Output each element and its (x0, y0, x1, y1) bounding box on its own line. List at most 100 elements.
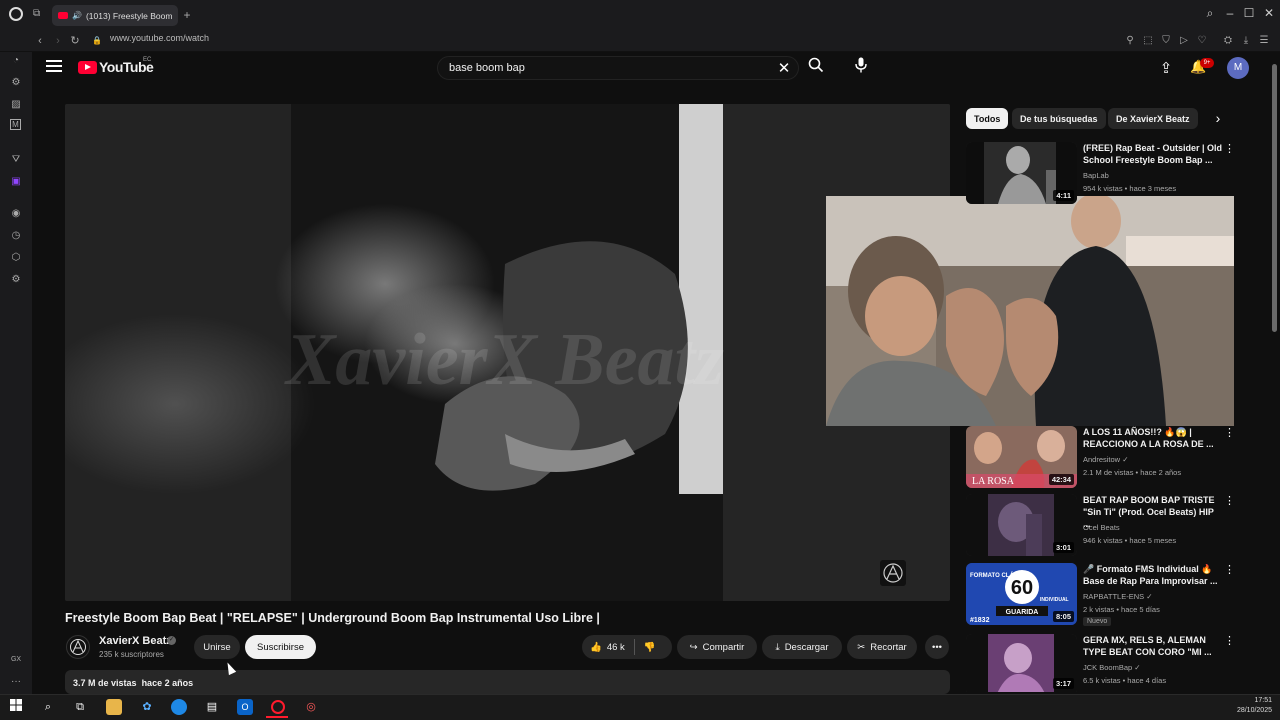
clear-search-icon[interactable]: ✕ (776, 59, 792, 77)
channel-name[interactable]: Andresitow ✓ (1083, 455, 1129, 464)
chip-from-searches[interactable]: De tus búsquedas (1012, 108, 1106, 129)
like-count[interactable]: 46 k (607, 642, 625, 653)
video-title[interactable]: 🎤 Formato FMS Individual 🔥 Base de Rap P… (1083, 563, 1223, 587)
dislike-icon[interactable]: 👎 (644, 642, 656, 653)
speaker-icon[interactable]: 🔊 (72, 11, 82, 20)
history-icon[interactable]: ◷ (8, 228, 24, 244)
description-box[interactable]: 3.7 M de vistas hace 2 años (65, 670, 950, 694)
video-meta: 946 k vistas • hace 5 meses (1083, 536, 1177, 545)
list-item[interactable]: 60 FORMATO CLÁSICO INDIVIDUAL GUARIDA #1832 … (966, 563, 1256, 626)
video-title[interactable]: GERA MX, RELS B, ALEMAN TYPE BEAT CON CO… (1083, 634, 1223, 658)
close-window-icon[interactable]: ✕ (1260, 6, 1278, 20)
channel-name[interactable]: BapLab (1083, 171, 1109, 180)
user-avatar[interactable]: M (1227, 57, 1249, 79)
chips-next-arrow-icon[interactable]: › (1210, 110, 1226, 128)
forward-icon[interactable]: › (50, 30, 66, 47)
channel-name[interactable]: XavierX Beatz (99, 635, 172, 647)
shield-icon[interactable]: ⛉ (1159, 30, 1173, 46)
join-button[interactable]: Unirse (194, 635, 240, 659)
reload-icon[interactable]: ↻ (67, 30, 83, 47)
new-tab-button[interactable]: + (180, 8, 194, 22)
maximize-icon[interactable]: ☐ (1240, 6, 1258, 20)
search-input[interactable]: base boom bap (437, 56, 799, 80)
pin-icon[interactable]: ⚲ (1123, 30, 1137, 46)
task-view-icon[interactable]: ⧉ (72, 699, 88, 715)
thumbnail[interactable]: LA ROSA 42:34 (966, 426, 1077, 488)
list-item[interactable]: LA ROSA 42:34 A LOS 11 AÑOS!!? 🔥😱 | REAC… (966, 426, 1256, 488)
clip-button[interactable]: ✂ Recortar (847, 635, 917, 659)
edge-icon[interactable] (171, 699, 187, 715)
ms-store-icon[interactable]: ▤ (204, 699, 220, 715)
more-vert-icon[interactable]: ⋮ (1224, 563, 1235, 576)
opera-gx-logo-icon[interactable] (9, 7, 23, 21)
download-icon[interactable]: ⤓ (1239, 30, 1253, 46)
settings-icon[interactable]: ⚙ (8, 272, 24, 288)
channel-watermark-icon[interactable] (880, 560, 906, 586)
channel-avatar[interactable] (66, 635, 90, 659)
opera-gx-taskbar-icon[interactable] (271, 700, 285, 714)
join-label: Unirse (203, 641, 231, 653)
more-vert-icon[interactable]: ⋮ (1224, 494, 1235, 507)
twitch-icon[interactable]: ▣ (8, 174, 24, 190)
list-item[interactable]: 3:01 BEAT RAP BOOM BAP TRISTE "Sin Ti" (… (966, 494, 1256, 556)
more-vert-icon[interactable]: ⋮ (1224, 634, 1235, 647)
twitch-alt-icon[interactable]: ⛛ (8, 152, 24, 168)
gx-control-icon[interactable]: ⚙ (8, 75, 24, 91)
account-icon[interactable]: ⛭ (1221, 30, 1235, 46)
thumbnail[interactable]: 4:11 (966, 142, 1077, 204)
thumbnail[interactable]: 3:17 (966, 634, 1077, 692)
channel-name[interactable]: RAPBATTLE-ENS ✓ (1083, 592, 1153, 601)
like-icon[interactable]: 👍 (590, 642, 602, 653)
minimize-icon[interactable]: – (1221, 6, 1239, 20)
page-scrollbar[interactable] (1270, 52, 1280, 694)
video-player[interactable]: XavierX Beatz (65, 104, 950, 601)
hamburger-menu-icon[interactable] (46, 60, 62, 74)
video-title[interactable]: (FREE) Rap Beat - Outsider | Old School … (1083, 142, 1223, 166)
speed-dial-icon[interactable]: ◔ (8, 53, 24, 69)
youtube-logo-icon[interactable] (78, 61, 97, 74)
microphone-icon[interactable] (850, 56, 872, 80)
outlook-icon[interactable]: O (237, 699, 253, 715)
taskbar-search-icon[interactable]: ⌕ (40, 699, 56, 715)
browser-tab-active[interactable]: 🔊 (1013) Freestyle Boom (52, 5, 178, 26)
share-button[interactable]: ↪ Compartir (677, 635, 757, 659)
more-vert-icon[interactable]: ⋮ (1224, 142, 1235, 155)
opera-gx-alt-icon[interactable]: ◎ (303, 699, 319, 715)
channel-name[interactable]: Ocel Beats (1083, 523, 1120, 532)
extensions-icon[interactable]: ⬡ (8, 250, 24, 266)
snapshot-icon[interactable]: ⬚ (1141, 30, 1155, 46)
sidebar-more-icon[interactable]: ··· (8, 674, 24, 690)
heart-icon[interactable]: ♡ (1195, 30, 1209, 46)
back-icon[interactable]: ‹ (32, 30, 48, 47)
share-icon: ↪ (689, 641, 698, 653)
file-explorer-icon[interactable] (106, 699, 122, 715)
thumbnail[interactable]: 3:01 (966, 494, 1077, 556)
tab-islands-icon[interactable]: ⧉ (33, 8, 45, 20)
search-tabs-icon[interactable]: ⌕ (1201, 6, 1219, 21)
download-button[interactable]: ⤓ Descargar (762, 635, 842, 659)
thumbnail[interactable]: 60 FORMATO CLÁSICO INDIVIDUAL GUARIDA #1832 … (966, 563, 1077, 625)
spotify-icon[interactable]: ◉ (8, 206, 24, 222)
search-icon[interactable] (804, 57, 828, 79)
channel-name[interactable]: JCK BoomBap ✓ (1083, 663, 1141, 672)
video-title: Freestyle Boom Bap Beat | "RELAPSE" | Un… (65, 611, 600, 625)
windows-start-icon[interactable] (8, 699, 24, 715)
messenger-icon[interactable]: M (10, 119, 21, 130)
more-vert-icon[interactable]: ⋮ (1224, 426, 1235, 439)
video-title[interactable]: A LOS 11 AÑOS!!? 🔥😱 | REACCIONO A LA ROS… (1083, 426, 1223, 450)
list-item[interactable]: 3:17 GERA MX, RELS B, ALEMAN TYPE BEAT C… (966, 634, 1256, 692)
copilot-icon[interactable]: ✿ (139, 699, 155, 715)
menu-icon[interactable]: ☰ (1257, 30, 1271, 46)
chip-from-channel[interactable]: De XavierX Beatz (1108, 108, 1198, 129)
gx-cleaner-icon[interactable]: ▨ (8, 97, 24, 113)
chip-todos[interactable]: Todos (966, 108, 1009, 129)
taskbar-clock[interactable]: 17:51 28/10/2025 (1232, 696, 1272, 716)
subscribe-button[interactable]: Suscribirse (245, 635, 316, 659)
list-item[interactable]: 4:11 (FREE) Rap Beat - Outsider | Old Sc… (966, 142, 1256, 204)
more-actions-button[interactable]: ••• (925, 635, 949, 659)
upload-icon[interactable]: ⇪ (1158, 59, 1174, 77)
scrollbar-thumb[interactable] (1272, 64, 1277, 332)
gx-label[interactable]: GX (8, 652, 24, 668)
player-icon[interactable]: ▷ (1177, 30, 1191, 46)
url-text[interactable]: www.youtube.com/watch (110, 33, 209, 43)
